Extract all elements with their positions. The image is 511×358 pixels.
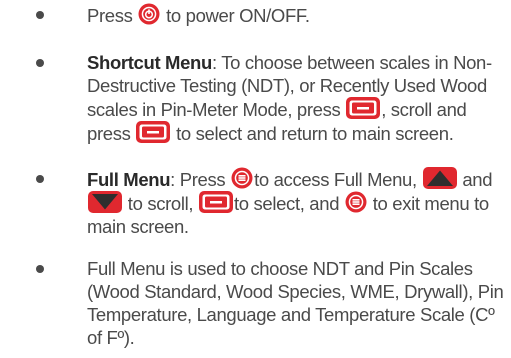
select-button-icon — [136, 121, 171, 143]
up-arrow-button-icon — [422, 167, 457, 189]
bullet-icon — [36, 59, 44, 67]
bullet-icon — [36, 265, 44, 273]
select-button-icon — [346, 97, 381, 119]
bullet-icon — [36, 175, 44, 183]
text-segment: Press — [87, 5, 133, 26]
term-shortcut-menu: Shortcut Menu — [87, 52, 212, 73]
menu-button-icon — [345, 191, 367, 213]
text-segment: and — [462, 169, 493, 190]
text-segment: to select, and — [233, 193, 340, 214]
menu-button-icon — [231, 167, 253, 189]
instruction-page: Press to power ON/OFF. Shortcut Menu: To… — [0, 0, 511, 358]
down-arrow-button-icon — [88, 191, 122, 213]
text-segment: to select and return to main screen. — [176, 123, 454, 144]
bullet-icon — [36, 11, 44, 19]
term-full-menu: Full Menu — [87, 169, 171, 190]
list-item-text: Full Menu: Press to access Full Menu, an… — [87, 167, 507, 238]
text-segment: to access Full Menu, — [254, 169, 417, 190]
list-item-text: Press to power ON/OFF. — [87, 3, 507, 27]
list-item-text: Shortcut Menu: To choose between scales … — [87, 51, 507, 145]
text-segment: to scroll, — [127, 193, 194, 214]
select-button-icon — [198, 191, 233, 213]
power-button-icon — [138, 3, 160, 25]
text-segment: : Press — [170, 169, 226, 190]
text-segment: to power ON/OFF. — [166, 5, 310, 26]
list-item-text: Full Menu is used to choose NDT and Pin … — [87, 258, 504, 348]
